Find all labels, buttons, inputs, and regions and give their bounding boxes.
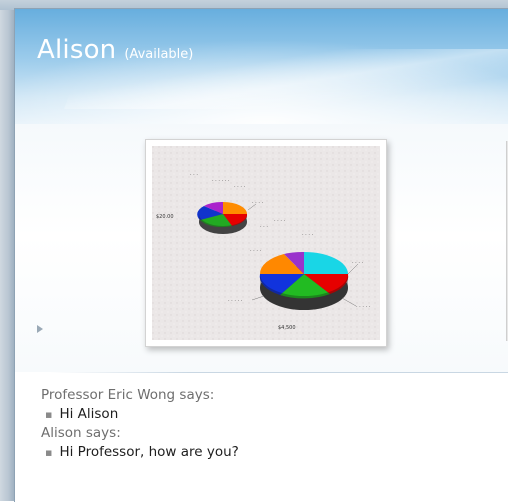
svg-text:· · · ·: · · · · <box>234 184 246 190</box>
contact-name[interactable]: Alison <box>37 35 116 65</box>
svg-text:· · · · ·: · · · · · <box>228 298 243 304</box>
bullet-icon: ▪ <box>45 408 53 421</box>
large-pie-chart <box>259 251 349 310</box>
message-line: ▪ Hi Professor, how are you? <box>41 443 481 462</box>
svg-text:· · · ·: · · · · <box>352 260 364 266</box>
svg-text:· · · ·: · · · · <box>302 232 314 238</box>
bottom-chart-label: $4,500 <box>278 325 296 331</box>
small-pie-chart <box>197 201 248 234</box>
pie-charts-image: · · · · · · · · · · · · · · · · · · · · … <box>152 146 380 340</box>
svg-text:· · · ·: · · · · <box>252 200 264 206</box>
contact-title: Alison (Available) <box>37 35 193 65</box>
svg-text:· · ·: · · · <box>190 172 198 178</box>
message-text: Hi Alison <box>59 406 119 422</box>
svg-text:· · ·: · · · <box>260 224 268 230</box>
shared-slide-thumbnail[interactable]: · · · · · · · · · · · · · · · · · · · · … <box>145 139 387 347</box>
sender-line: Professor Eric Wong says: <box>41 387 215 403</box>
contact-status: (Available) <box>124 47 194 62</box>
sender-line: Alison says: <box>41 425 121 441</box>
message-text: Hi Professor, how are you? <box>59 444 239 460</box>
svg-text:· · · ·: · · · · <box>250 248 262 254</box>
svg-text:· · · · · ·: · · · · · · <box>212 178 230 184</box>
expand-arrow-icon[interactable] <box>37 325 43 333</box>
contact-header: Alison (Available) <box>15 9 508 139</box>
message-line: ▪ Hi Alison <box>41 405 481 424</box>
svg-text:· · · ·: · · · · <box>274 218 286 224</box>
bullet-icon: ▪ <box>45 446 53 459</box>
panel-divider <box>50 372 508 373</box>
svg-text:· · · · ·: · · · · · <box>356 304 371 310</box>
left-chart-label: $20.00 <box>156 214 174 220</box>
conversation-history: Professor Eric Wong says: ▪ Hi Alison Ali… <box>41 386 481 462</box>
window-left-edge <box>0 0 14 501</box>
